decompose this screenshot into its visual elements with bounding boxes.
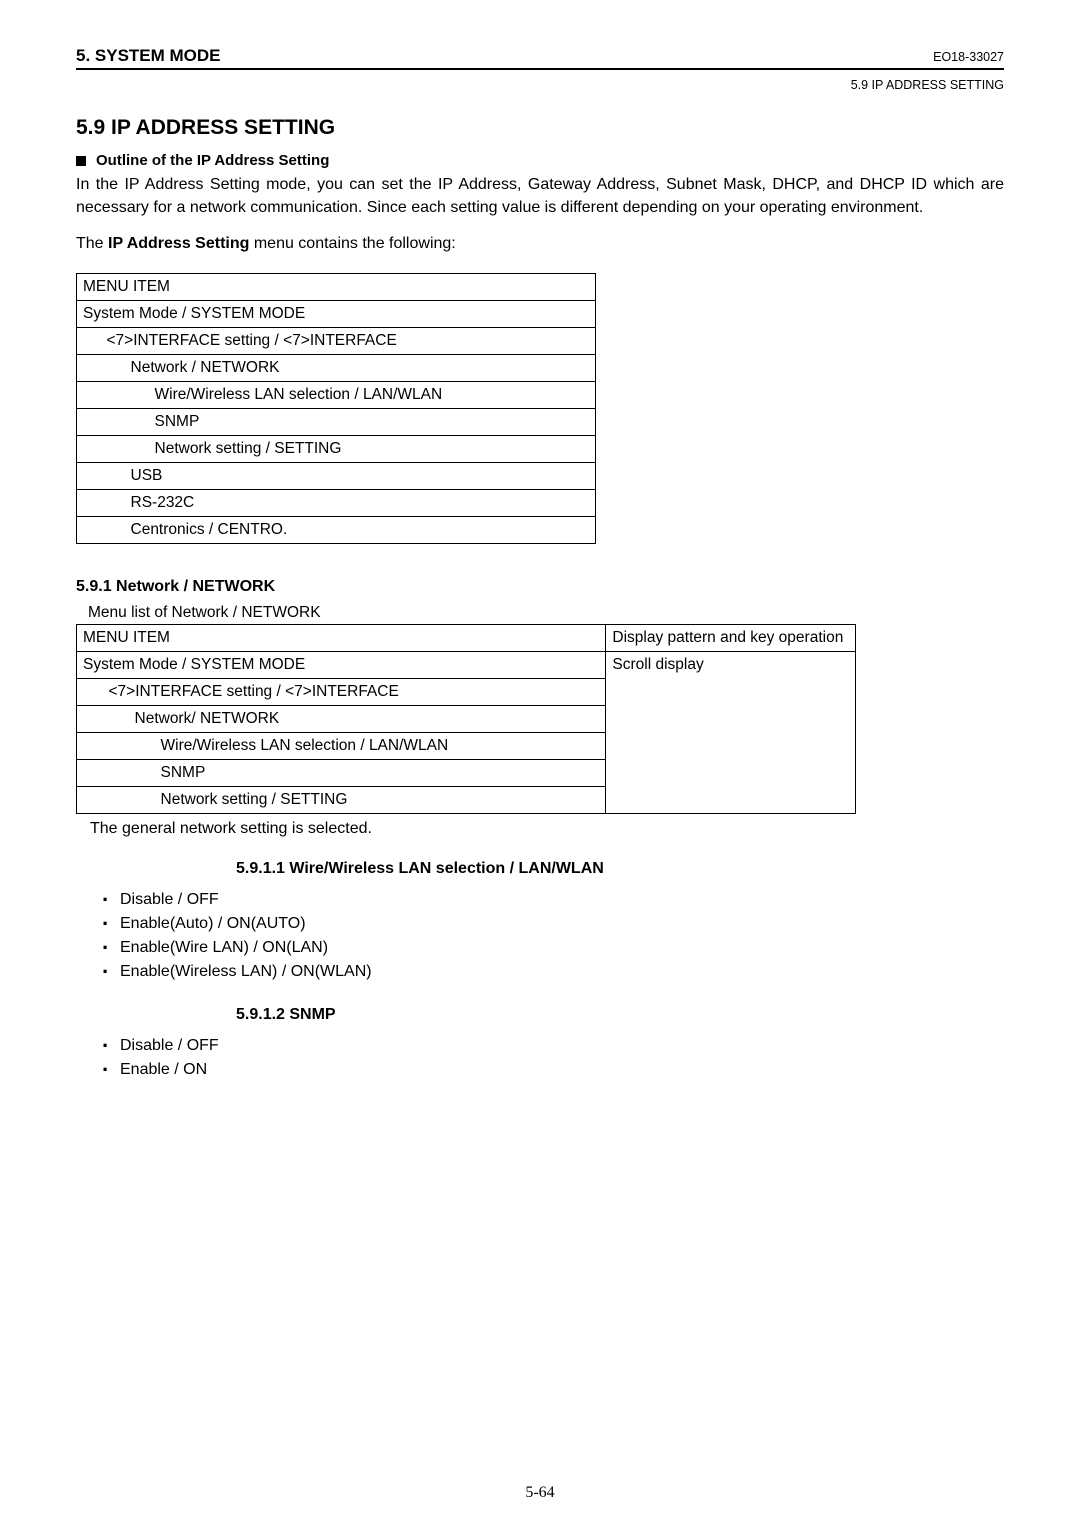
menu1-header: MENU ITEM — [77, 274, 596, 301]
indent-cell — [101, 463, 125, 490]
indent-cell — [129, 787, 155, 814]
table-row: Network setting / SETTING — [77, 436, 596, 463]
menu2-r6: Network setting / SETTING — [155, 787, 606, 814]
list-item: Enable(Wireless LAN) / ON(WLAN) — [102, 960, 1004, 984]
indent-cell — [77, 787, 103, 814]
indent-cell — [129, 733, 155, 760]
header-rule — [76, 68, 1004, 70]
menu2-r2: <7>INTERFACE setting / <7>INTERFACE — [103, 679, 606, 706]
header-right: EO18-33027 — [933, 50, 1004, 64]
table-row: <7>INTERFACE setting / <7>INTERFACE — [77, 328, 596, 355]
indent-cell — [101, 436, 125, 463]
section-title: 5.9 IP ADDRESS SETTING — [76, 116, 1004, 140]
indent-cell — [101, 382, 125, 409]
list-item: Enable(Wire LAN) / ON(LAN) — [102, 936, 1004, 960]
menu1-r6: Network setting / SETTING — [149, 436, 596, 463]
page-header: 5. SYSTEM MODE EO18-33027 — [76, 46, 1004, 66]
header-sub: 5.9 IP ADDRESS SETTING — [76, 78, 1004, 92]
menu1-r3: Network / NETWORK — [125, 355, 596, 382]
indent-cell — [103, 733, 129, 760]
indent-cell — [101, 409, 125, 436]
indent-cell — [77, 328, 101, 355]
sec-5911-list: Disable / OFF Enable(Auto) / ON(AUTO) En… — [102, 888, 1004, 984]
indent-cell — [77, 760, 103, 787]
after-table-text: The general network setting is selected. — [90, 820, 1004, 838]
indent-cell — [77, 517, 101, 544]
menu2-r3: Network/ NETWORK — [129, 706, 606, 733]
list-item: Enable(Auto) / ON(AUTO) — [102, 912, 1004, 936]
menu1-r8: RS-232C — [125, 490, 596, 517]
indent-cell — [77, 382, 101, 409]
menu1-r7: USB — [125, 463, 596, 490]
indent-cell — [125, 382, 149, 409]
table-row: MENU ITEM — [77, 274, 596, 301]
menu1-r2: <7>INTERFACE setting / <7>INTERFACE — [101, 328, 596, 355]
indent-cell — [77, 463, 101, 490]
outline-label: Outline of the IP Address Setting — [96, 152, 329, 169]
sec-591-heading: 5.9.1 Network / NETWORK — [76, 578, 1004, 596]
menu2-h-right: Display pattern and key operation — [606, 625, 855, 652]
page-number: 5-64 — [0, 1484, 1080, 1502]
table-row: Centronics / CENTRO. — [77, 517, 596, 544]
list-item: Enable / ON — [102, 1058, 1004, 1082]
menu1-r1: System Mode / SYSTEM MODE — [77, 301, 596, 328]
indent-cell — [129, 760, 155, 787]
square-bullet-icon — [76, 156, 86, 166]
indent-cell — [77, 490, 101, 517]
menu-sentence: The IP Address Setting menu contains the… — [76, 235, 1004, 253]
indent-cell — [101, 490, 125, 517]
menu1-r5: SNMP — [149, 409, 596, 436]
header-left: 5. SYSTEM MODE — [76, 46, 221, 66]
menu2-r5: SNMP — [155, 760, 606, 787]
outline-row: Outline of the IP Address Setting — [76, 152, 1004, 169]
intro-paragraph: In the IP Address Setting mode, you can … — [76, 173, 1004, 219]
table-row: USB — [77, 463, 596, 490]
menu-sentence-pre: The — [76, 235, 108, 252]
indent-cell — [103, 760, 129, 787]
indent-cell — [125, 436, 149, 463]
sec-5912-list: Disable / OFF Enable / ON — [102, 1034, 1004, 1082]
indent-cell — [103, 706, 129, 733]
sec-591-caption: Menu list of Network / NETWORK — [88, 604, 1004, 622]
table-row: System Mode / SYSTEM MODE Scroll display — [77, 652, 856, 679]
menu-table-1: MENU ITEM System Mode / SYSTEM MODE <7>I… — [76, 273, 596, 544]
menu2-r1: System Mode / SYSTEM MODE — [77, 652, 606, 679]
list-item: Disable / OFF — [102, 1034, 1004, 1058]
menu1-r9: Centronics / CENTRO. — [125, 517, 596, 544]
menu-sentence-bold: IP Address Setting — [108, 235, 249, 252]
menu2-h-left: MENU ITEM — [77, 625, 606, 652]
menu2-r1-right: Scroll display — [606, 652, 855, 814]
indent-cell — [77, 409, 101, 436]
menu-table-2: MENU ITEM Display pattern and key operat… — [76, 624, 856, 814]
table-row: System Mode / SYSTEM MODE — [77, 301, 596, 328]
sec-5911-heading: 5.9.1.1 Wire/Wireless LAN selection / LA… — [236, 860, 1004, 878]
indent-cell — [77, 436, 101, 463]
table-row: Network / NETWORK — [77, 355, 596, 382]
indent-cell — [125, 409, 149, 436]
table-row: Wire/Wireless LAN selection / LAN/WLAN — [77, 382, 596, 409]
indent-cell — [77, 706, 103, 733]
indent-cell — [103, 787, 129, 814]
menu-sentence-post: menu contains the following: — [249, 235, 455, 252]
menu2-r4: Wire/Wireless LAN selection / LAN/WLAN — [155, 733, 606, 760]
indent-cell — [77, 355, 101, 382]
indent-cell — [101, 517, 125, 544]
table-row: SNMP — [77, 409, 596, 436]
indent-cell — [77, 679, 103, 706]
menu1-r4: Wire/Wireless LAN selection / LAN/WLAN — [149, 382, 596, 409]
indent-cell — [77, 733, 103, 760]
table-row: RS-232C — [77, 490, 596, 517]
table-row: MENU ITEM Display pattern and key operat… — [77, 625, 856, 652]
indent-cell — [101, 355, 125, 382]
list-item: Disable / OFF — [102, 888, 1004, 912]
sec-5912-heading: 5.9.1.2 SNMP — [236, 1006, 1004, 1024]
